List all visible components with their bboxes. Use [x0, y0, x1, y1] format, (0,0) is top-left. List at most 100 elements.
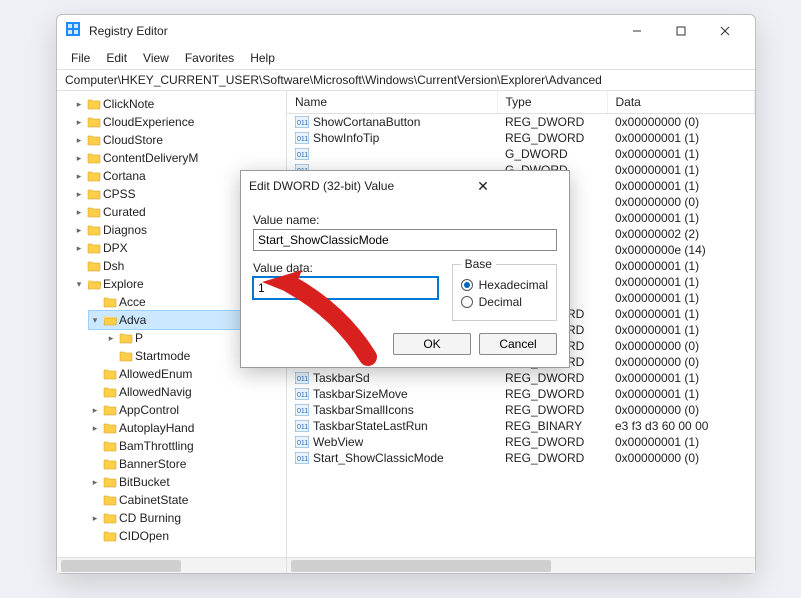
expand-icon[interactable]: ▸	[105, 329, 117, 347]
value-row[interactable]: ShowCortanaButtonREG_DWORD0x00000000 (0)	[287, 114, 755, 131]
folder-icon	[119, 350, 133, 362]
expand-icon[interactable]: ▸	[73, 131, 85, 149]
base-legend: Base	[461, 257, 496, 271]
folder-icon	[87, 260, 101, 272]
expand-icon[interactable]: ▸	[73, 95, 85, 113]
folder-icon	[87, 152, 101, 164]
value-data-field[interactable]	[253, 277, 438, 299]
tree-label: CabinetState	[119, 491, 188, 509]
value-icon	[295, 116, 309, 128]
dialog-close-button[interactable]: ✕	[405, 178, 561, 195]
tree-item[interactable]: CabinetState	[89, 491, 286, 509]
expand-icon[interactable]: ▸	[89, 401, 101, 419]
window-title: Registry Editor	[89, 24, 615, 38]
value-icon	[295, 148, 309, 160]
tree-item[interactable]: AllowedNavig	[89, 383, 286, 401]
tree-label: Startmode	[135, 347, 190, 365]
expand-icon[interactable]: ▾	[73, 275, 85, 293]
tree-item[interactable]: ▸ AutoplayHand	[89, 419, 286, 437]
radio-hexadecimal[interactable]: Hexadecimal	[461, 278, 548, 292]
maximize-button[interactable]	[659, 15, 703, 47]
value-name-field[interactable]	[253, 229, 557, 251]
value-row[interactable]: TaskbarSmallIconsREG_DWORD0x00000000 (0)	[287, 402, 755, 418]
folder-icon	[103, 386, 117, 398]
tree-item[interactable]: ▸ CloudStore	[73, 131, 286, 149]
tree-item[interactable]: BannerStore	[89, 455, 286, 473]
value-row[interactable]: Start_ShowClassicModeREG_DWORD0x00000000…	[287, 450, 755, 466]
base-group: Base Hexadecimal Decimal	[452, 257, 557, 321]
expand-icon[interactable]: ▸	[73, 149, 85, 167]
folder-icon	[103, 422, 117, 434]
expand-icon[interactable]: ▸	[89, 473, 101, 491]
tree-item[interactable]: ▸CD Burning	[89, 509, 286, 527]
expand-icon[interactable]: ▸	[73, 167, 85, 185]
tree-item[interactable]: ▸ AppControl	[89, 401, 286, 419]
value-icon	[295, 452, 309, 464]
tree-item[interactable]: ▸CloudExperience	[73, 113, 286, 131]
folder-icon	[87, 224, 101, 236]
folder-icon	[103, 296, 117, 308]
scrollbars[interactable]	[57, 557, 755, 573]
menu-view[interactable]: View	[137, 49, 175, 67]
menu-edit[interactable]: Edit	[100, 49, 133, 67]
tree-label: AppControl	[119, 401, 179, 419]
col-name[interactable]: Name	[287, 91, 497, 114]
value-row[interactable]: G_DWORD0x00000001 (1)	[287, 146, 755, 162]
tree-label: AllowedNavig	[119, 383, 192, 401]
menu-file[interactable]: File	[65, 49, 96, 67]
value-row[interactable]: TaskbarSdREG_DWORD0x00000001 (1)	[287, 370, 755, 386]
menu-help[interactable]: Help	[244, 49, 281, 67]
tree-item[interactable]: ▸ BitBucket	[89, 473, 286, 491]
close-button[interactable]	[703, 15, 747, 47]
folder-icon	[87, 170, 101, 182]
folder-icon	[87, 98, 101, 110]
address-bar[interactable]: Computer\HKEY_CURRENT_USER\Software\Micr…	[57, 69, 755, 91]
expand-icon[interactable]: ▸	[89, 509, 101, 527]
tree-label: CloudStore	[103, 131, 163, 149]
minimize-button[interactable]	[615, 15, 659, 47]
tree-label: P	[135, 329, 143, 347]
menu-favorites[interactable]: Favorites	[179, 49, 240, 67]
col-data[interactable]: Data	[607, 91, 755, 114]
folder-icon	[103, 368, 117, 380]
tree-label: Cortana	[103, 167, 146, 185]
value-row[interactable]: TaskbarSizeMoveREG_DWORD0x00000001 (1)	[287, 386, 755, 402]
tree-item[interactable]: CIDOpen	[89, 527, 286, 545]
expand-icon[interactable]: ▸	[89, 419, 101, 437]
folder-icon	[87, 116, 101, 128]
value-name-label: Value name:	[253, 213, 557, 227]
expand-icon[interactable]: ▸	[73, 185, 85, 203]
value-row[interactable]: ShowInfoTipREG_DWORD0x00000001 (1)	[287, 130, 755, 146]
expand-icon[interactable]: ▾	[89, 311, 101, 329]
tree-label: AutoplayHand	[119, 419, 194, 437]
tree-item[interactable]: BamThrottling	[89, 437, 286, 455]
value-icon	[295, 132, 309, 144]
tree-label: DPX	[103, 239, 128, 257]
folder-icon	[87, 188, 101, 200]
ok-button[interactable]: OK	[393, 333, 471, 355]
expand-icon[interactable]: ▸	[73, 221, 85, 239]
tree-label: BannerStore	[119, 455, 186, 473]
radio-decimal[interactable]: Decimal	[461, 295, 548, 309]
expand-icon[interactable]: ▸	[73, 113, 85, 131]
col-type[interactable]: Type	[497, 91, 607, 114]
expand-icon[interactable]: ▸	[73, 203, 85, 221]
tree-item[interactable]: ▸ClickNote	[73, 95, 286, 113]
folder-icon	[87, 242, 101, 254]
menubar: File Edit View Favorites Help	[57, 47, 755, 69]
titlebar: Registry Editor	[57, 15, 755, 47]
value-row[interactable]: WebViewREG_DWORD0x00000001 (1)	[287, 434, 755, 450]
tree-label: BitBucket	[119, 473, 170, 491]
folder-icon	[103, 476, 117, 488]
folder-icon	[103, 512, 117, 524]
edit-dword-dialog: Edit DWORD (32-bit) Value ✕ Value name: …	[240, 170, 570, 368]
expand-icon[interactable]: ▸	[73, 239, 85, 257]
value-icon	[295, 420, 309, 432]
folder-icon	[103, 458, 117, 470]
tree-item[interactable]: ▸ContentDeliveryM	[73, 149, 286, 167]
tree-label: CPSS	[103, 185, 136, 203]
value-row[interactable]: TaskbarStateLastRunREG_BINARYe3 f3 d3 60…	[287, 418, 755, 434]
folder-icon	[103, 314, 117, 326]
dialog-titlebar: Edit DWORD (32-bit) Value ✕	[241, 171, 569, 201]
cancel-button[interactable]: Cancel	[479, 333, 557, 355]
